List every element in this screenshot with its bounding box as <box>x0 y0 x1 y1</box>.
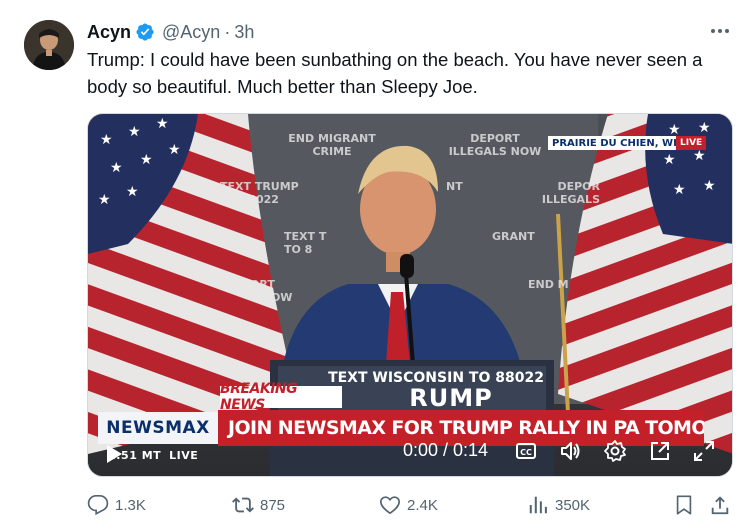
backdrop-sign: END M <box>528 278 569 291</box>
location-tag: PRAIRIE DU CHIEN, WI <box>548 136 681 150</box>
svg-text:★: ★ <box>168 141 181 157</box>
repost-icon <box>232 497 254 513</box>
svg-text:★: ★ <box>128 123 141 139</box>
svg-text:★: ★ <box>156 115 169 131</box>
captions-icon[interactable]: CC <box>514 439 538 463</box>
svg-text:★: ★ <box>673 181 686 197</box>
bookmark-icon <box>676 495 692 515</box>
tweet-actions: 1.3K 875 2.4K 350K <box>87 492 729 518</box>
video-player[interactable]: ★ ★ ★ ★ ★ ★ ★ ★ ★ ★ ★ ★ ★ ★ PRAIRIE DU C… <box>87 113 733 477</box>
backdrop-sign: NT <box>446 180 463 193</box>
heart-icon <box>380 496 400 515</box>
live-badge: LIVE <box>676 136 707 150</box>
backdrop-sign: DEPOR ILLEGALS <box>541 180 600 206</box>
svg-text:★: ★ <box>100 131 113 147</box>
timestamp[interactable]: 3h <box>234 22 254 43</box>
svg-text:★: ★ <box>703 177 716 193</box>
repost-button[interactable]: 875 <box>232 492 285 518</box>
avatar[interactable] <box>24 20 74 70</box>
view-count: 350K <box>555 496 591 514</box>
author-handle[interactable]: @Acyn <box>162 22 220 43</box>
like-button[interactable]: 2.4K <box>379 492 438 518</box>
backdrop-sign: ORT S NOW <box>250 278 293 304</box>
play-icon[interactable] <box>105 444 123 464</box>
svg-text:★: ★ <box>663 151 676 167</box>
svg-text:★: ★ <box>126 183 139 199</box>
backdrop-sign: TEXT TRUMP TO 88022 <box>220 180 299 206</box>
svg-text:★: ★ <box>110 159 123 175</box>
svg-text:★: ★ <box>140 151 153 167</box>
reply-count: 1.3K <box>115 496 146 514</box>
like-count: 2.4K <box>407 496 438 514</box>
separator: · <box>224 21 231 42</box>
verified-badge-icon[interactable] <box>135 22 155 42</box>
share-icon <box>711 496 729 515</box>
backdrop-sign: TEXT T TO 8 <box>284 230 327 256</box>
author-name[interactable]: Acyn <box>87 22 131 43</box>
tweet-text: Trump: I could have been sunbathing on t… <box>87 49 703 97</box>
more-horizontal-icon[interactable] <box>709 22 731 40</box>
clock-live: LIVE <box>169 449 199 462</box>
svg-text:★: ★ <box>668 121 681 137</box>
tweet-card[interactable]: Acyn @Acyn · 3h Trump: I could have been… <box>0 0 741 532</box>
backdrop-sign: DEPORT ILLEGALS NOW <box>448 132 542 158</box>
repost-count: 875 <box>260 496 286 514</box>
popout-icon[interactable] <box>648 439 672 463</box>
share-button[interactable] <box>709 492 731 518</box>
podium-sign-large: RUMP <box>409 384 493 412</box>
newsmax-logo: NEWSMAX <box>98 412 218 444</box>
bookmark-button[interactable] <box>673 492 695 518</box>
volume-icon[interactable] <box>558 439 582 463</box>
fullscreen-icon[interactable] <box>692 439 716 463</box>
svg-text:★: ★ <box>698 119 711 135</box>
svg-text:★: ★ <box>98 191 111 207</box>
svg-text:CC: CC <box>520 448 532 457</box>
views-button[interactable]: 350K <box>527 492 590 518</box>
gear-icon[interactable] <box>603 439 627 463</box>
video-timecode: 0:00 / 0:14 <box>403 440 489 460</box>
breaking-news-label: BREAKING NEWS <box>220 381 342 413</box>
tweet-header: Acyn @Acyn · 3h <box>87 21 254 43</box>
reply-button[interactable]: 1.3K <box>87 492 146 518</box>
backdrop-sign: GRANT <box>492 230 535 243</box>
views-icon <box>529 496 547 514</box>
backdrop-sign: END MIGRANT CRIME <box>288 132 376 158</box>
reply-icon <box>87 495 109 516</box>
